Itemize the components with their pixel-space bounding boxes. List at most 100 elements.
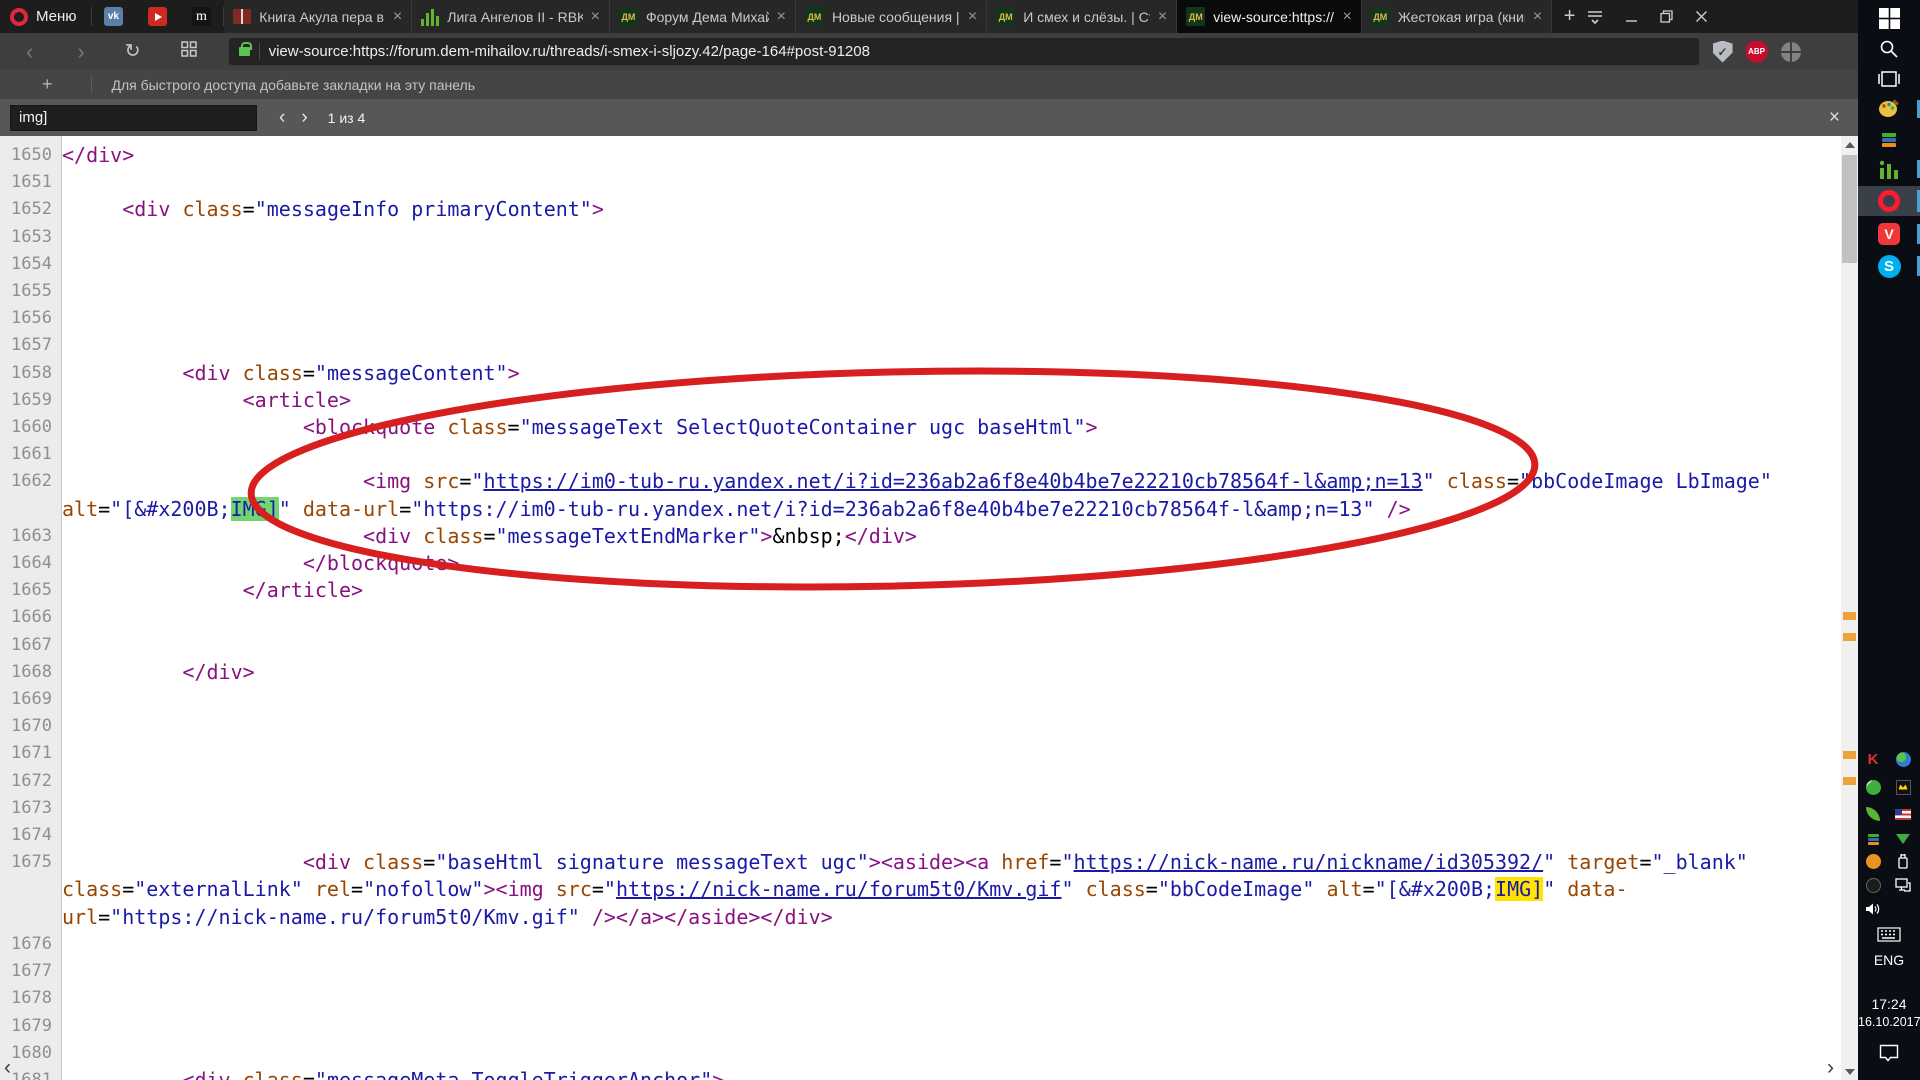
add-bookmark-icon[interactable]: +: [42, 74, 53, 95]
url-text[interactable]: view-source:https://forum.dem-mihailov.r…: [269, 43, 870, 60]
source-line-1681: 1681 <div class="messageMeta ToggleTrigg…: [0, 1067, 1841, 1080]
line-number: 1676: [0, 931, 62, 958]
tab-close-icon[interactable]: ×: [591, 9, 600, 25]
source-token: class: [62, 877, 122, 901]
task-view-icon[interactable]: [1858, 66, 1920, 92]
language-flag-tray-icon[interactable]: [1890, 803, 1916, 825]
start-button[interactable]: [1858, 5, 1920, 31]
source-token: ": [1543, 850, 1555, 874]
tab-close-icon[interactable]: ×: [393, 9, 402, 25]
source-token: =: [1507, 469, 1519, 493]
tab-0[interactable]: Книга Акула пера в мире×: [224, 0, 412, 33]
download-master-tray-icon[interactable]: [1860, 776, 1886, 798]
tab-strip: Книга Акула пера в мире×Лига Ангелов II …: [224, 0, 1552, 33]
scroll-right-arrow[interactable]: ›: [1827, 1057, 1834, 1078]
action-center-icon[interactable]: [1858, 1040, 1920, 1066]
bluestacks-tray-icon[interactable]: [1860, 828, 1886, 850]
secure-lock-icon[interactable]: [239, 47, 250, 56]
line-text: [62, 224, 1808, 251]
touch-keyboard-icon[interactable]: [1858, 922, 1920, 946]
scroll-left-arrow[interactable]: ‹: [4, 1057, 11, 1078]
close-window-button[interactable]: [1695, 10, 1708, 23]
network-tray-icon[interactable]: [1890, 874, 1916, 896]
scrollbar-thumb[interactable]: [1842, 155, 1857, 263]
pinned-tab-vk[interactable]: vk: [91, 0, 135, 33]
find-input[interactable]: [10, 105, 257, 131]
source-url-link[interactable]: https://nick-name.ru/forum5t0/Kmv.gif: [616, 877, 1062, 901]
download-arrow-tray-icon[interactable]: [1890, 828, 1916, 850]
tab-close-icon[interactable]: ×: [1158, 9, 1167, 25]
tab-3[interactable]: ДМНовые сообщения | Фору×: [796, 0, 987, 33]
opera-menu-button[interactable]: Меню: [0, 0, 91, 33]
find-next-button[interactable]: ›: [301, 108, 307, 127]
find-close-icon[interactable]: ×: [1829, 107, 1840, 129]
rbk-games-app-icon[interactable]: [1858, 156, 1920, 182]
address-bar[interactable]: view-source:https://forum.dem-mihailov.r…: [229, 38, 1699, 65]
clock-time[interactable]: 17:24: [1858, 996, 1920, 1012]
globe-extension-icon[interactable]: [1781, 42, 1801, 62]
vertical-scrollbar[interactable]: [1841, 136, 1858, 1080]
new-tab-button[interactable]: +: [1552, 0, 1587, 33]
tab-close-icon[interactable]: ×: [1342, 9, 1351, 25]
tab-6[interactable]: ДМЖестокая игра (книга 3) (×: [1362, 0, 1552, 33]
security-shield-icon[interactable]: ✓: [1713, 41, 1733, 63]
source-token: >: [592, 197, 604, 221]
tab-4[interactable]: ДМИ смех и слёзы. | Страни×: [987, 0, 1177, 33]
tab-1[interactable]: Лига Ангелов II - RBK Gam×: [412, 0, 610, 33]
scroll-up-button[interactable]: [1841, 136, 1858, 153]
line-text: </div>: [62, 142, 1808, 169]
scroll-down-button[interactable]: [1841, 1063, 1858, 1080]
orange-dot-tray-icon[interactable]: [1860, 850, 1886, 872]
bat-tray-icon[interactable]: [1890, 776, 1916, 798]
source-url-link[interactable]: https://nick-name.ru/nickname/id305392/: [1074, 850, 1544, 874]
volume-tray-icon[interactable]: [1860, 898, 1886, 920]
bookmarks-hint-text: Для быстрого доступа добавьте закладки н…: [112, 77, 475, 93]
pinned-tab-meduza[interactable]: m: [179, 0, 223, 33]
tab-close-icon[interactable]: ×: [1533, 9, 1542, 25]
source-token: =: [483, 524, 495, 548]
language-indicator[interactable]: ENG: [1858, 952, 1920, 968]
find-previous-button[interactable]: ‹: [279, 108, 285, 127]
source-token: "messageInfo primaryContent": [255, 197, 592, 221]
skype-app-icon[interactable]: S: [1858, 252, 1920, 280]
source-token: =: [98, 905, 110, 929]
line-text: [62, 1013, 1808, 1040]
forward-button[interactable]: ›: [77, 41, 84, 63]
kaspersky-tray-icon[interactable]: K: [1860, 748, 1886, 770]
vivaldi-app-icon[interactable]: V: [1858, 220, 1920, 248]
source-line-1658: 1658 <div class="messageContent">: [0, 360, 1841, 387]
usb-device-tray-icon[interactable]: [1890, 850, 1916, 872]
minimize-button[interactable]: [1625, 11, 1638, 23]
back-button[interactable]: ‹: [26, 41, 33, 63]
navigation-toolbar: ‹ › ↻ view-source:https://forum.dem-miha…: [0, 33, 1858, 70]
maximize-button[interactable]: [1660, 10, 1673, 23]
reload-button[interactable]: ↻: [125, 42, 141, 61]
speed-dial-icon[interactable]: [181, 41, 197, 62]
leaf-tray-icon[interactable]: [1860, 803, 1886, 825]
line-number: 1656: [0, 305, 62, 332]
opera-app-icon[interactable]: [1858, 186, 1920, 216]
source-code: 1650</div>16511652 <div class="messageIn…: [0, 136, 1841, 1080]
tab-menu-icon[interactable]: [1587, 10, 1603, 24]
line-number: 1673: [0, 795, 62, 822]
source-line-1679: 1679: [0, 1013, 1841, 1040]
search-icon[interactable]: [1858, 36, 1920, 62]
adblock-plus-icon[interactable]: ABP: [1746, 41, 1768, 63]
globe-tray-icon[interactable]: [1890, 748, 1916, 770]
tab-2[interactable]: ДМФорум Дема Михайлова×: [610, 0, 796, 33]
paint-app-icon[interactable]: [1858, 96, 1920, 122]
source-url-link[interactable]: https://im0-tub-ru.yandex.net/i?id=236ab…: [483, 469, 1422, 493]
pinned-tab-youtube[interactable]: [135, 0, 179, 33]
tab-5-active[interactable]: ДМview-source:https://forum×: [1177, 0, 1362, 33]
source-token: ><aside><a: [869, 850, 1001, 874]
tab-close-icon[interactable]: ×: [968, 9, 977, 25]
clock-date[interactable]: 16.10.2017: [1858, 1015, 1920, 1029]
source-token: =: [1363, 877, 1375, 901]
source-token: "https://nick-name.ru/forum5t0/Kmv.gif": [110, 905, 580, 929]
bluestacks-app-icon[interactable]: [1858, 126, 1920, 152]
source-token: [1435, 469, 1447, 493]
divider: [259, 43, 260, 60]
tab-close-icon[interactable]: ×: [777, 9, 786, 25]
source-token: href: [1001, 850, 1049, 874]
device-tray-icon[interactable]: [1860, 874, 1886, 896]
